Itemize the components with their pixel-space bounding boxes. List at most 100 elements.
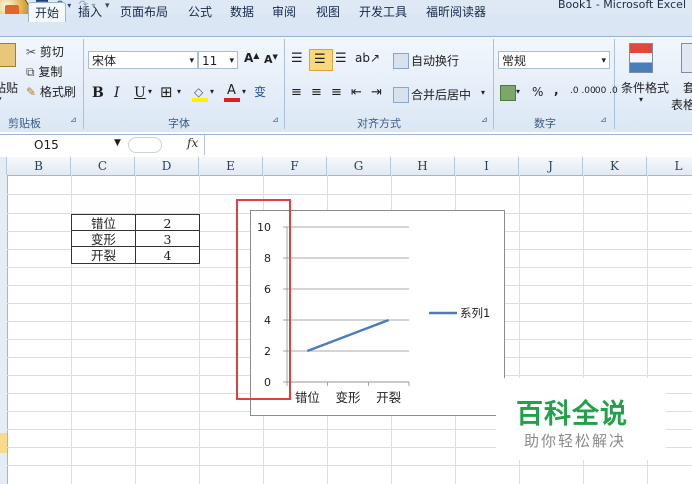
column-header-i[interactable]: I — [455, 157, 519, 175]
phonetic-icon[interactable]: 变 — [254, 83, 266, 100]
dropdown-icon[interactable]: ▾ — [67, 1, 71, 10]
customize-qat-icon[interactable]: ▾ — [105, 1, 110, 11]
align-right-icon[interactable]: ≡ — [331, 85, 342, 100]
chevron-down-icon: ▾ — [189, 56, 194, 66]
watermark-subtitle: 助你轻松解决 — [524, 432, 627, 450]
decrease-indent-icon[interactable]: ⇤ — [351, 85, 362, 100]
copy-button[interactable]: ⧉ 复制 — [26, 63, 62, 80]
borders-icon[interactable]: ⊞ — [160, 83, 173, 101]
tab-home[interactable]: 开始 — [28, 2, 67, 22]
wrap-text-icon — [393, 53, 409, 69]
tab-data[interactable]: 数据 — [230, 3, 254, 20]
grid-line — [7, 194, 692, 195]
tab-review[interactable]: 审阅 — [272, 3, 296, 20]
column-header-h[interactable]: H — [391, 157, 455, 175]
grid-line — [7, 465, 692, 466]
chevron-down-icon[interactable]: ▾ — [148, 87, 152, 96]
font-size-combo[interactable]: 11 ▾ — [198, 51, 238, 69]
clipboard-group: 粘贴 ▾ ✂ 剪切 ⧉ 复制 ✎ 格式刷 剪贴板 ⊿ — [0, 39, 84, 130]
column-header-d[interactable]: D — [135, 157, 199, 175]
align-center-icon[interactable]: ≡ — [311, 85, 322, 100]
table-cell-value[interactable]: 4 — [135, 246, 200, 264]
underline-button[interactable]: U — [134, 85, 146, 101]
name-box-dropdown-icon[interactable]: ▼ — [114, 138, 121, 148]
number-format-combo[interactable]: 常规 ▾ — [498, 51, 610, 69]
dialog-launcher-icon[interactable]: ⊿ — [272, 115, 279, 124]
tab-developer[interactable]: 开发工具 — [359, 3, 407, 20]
column-header-l[interactable]: L — [647, 157, 692, 175]
column-header-f[interactable]: F — [263, 157, 327, 175]
align-bottom-icon[interactable]: ☰ — [335, 51, 347, 66]
chart-x-tick-label: 错位 — [295, 390, 320, 405]
bold-button[interactable]: B — [92, 85, 104, 101]
chevron-down-icon[interactable]: ▾ — [242, 87, 246, 96]
scissors-icon: ✂ — [26, 45, 37, 59]
paste-icon[interactable] — [0, 43, 16, 67]
font-color-icon[interactable]: A — [224, 83, 240, 102]
table-cell-value[interactable]: 2 — [135, 214, 200, 231]
decrease-decimal-button[interactable]: .00 .0 — [592, 86, 618, 96]
orientation-icon[interactable]: ab↗ — [355, 51, 380, 65]
dialog-launcher-icon[interactable]: ⊿ — [600, 115, 607, 124]
alignment-group-label: 对齐方式 — [357, 117, 401, 130]
formula-input[interactable] — [204, 135, 692, 155]
conditional-format-button[interactable]: 条件格式 — [621, 79, 669, 96]
dialog-launcher-icon[interactable]: ⊿ — [481, 115, 488, 124]
merge-center-button[interactable]: 合并后居中 — [411, 86, 471, 103]
shrink-font-button[interactable]: A▼ — [264, 53, 278, 66]
fill-color-icon[interactable]: ◇ — [192, 85, 208, 102]
chevron-down-icon[interactable]: ▾ — [177, 87, 181, 96]
window-title: Book1 - Microsoft Excel — [557, 0, 686, 11]
table-cell-label[interactable]: 开裂 — [71, 246, 136, 264]
percent-button[interactable]: % — [532, 85, 543, 99]
format-as-table-icon — [681, 43, 692, 73]
column-header-e[interactable]: E — [199, 157, 263, 175]
align-top-icon[interactable]: ☰ — [291, 51, 303, 66]
number-format-value: 常规 — [502, 54, 527, 68]
select-all-corner[interactable] — [0, 157, 7, 175]
table-cell-value[interactable]: 3 — [135, 230, 200, 247]
column-header-j[interactable]: J — [519, 157, 583, 175]
formula-bar-splitter[interactable] — [128, 137, 162, 153]
column-header-b[interactable]: B — [7, 157, 71, 175]
italic-button[interactable]: I — [114, 85, 120, 101]
insert-function-icon[interactable]: fx — [187, 136, 198, 150]
chevron-down-icon[interactable]: ▾ — [210, 87, 214, 96]
comma-button[interactable]: , — [554, 83, 559, 97]
tab-view[interactable]: 视图 — [316, 3, 340, 20]
tab-foxit-reader[interactable]: 福昕阅读器 — [426, 3, 486, 20]
cut-button[interactable]: ✂ 剪切 — [26, 43, 64, 60]
increase-indent-icon[interactable]: ⇥ — [371, 85, 382, 100]
row-headers[interactable] — [0, 175, 8, 484]
chevron-down-icon[interactable]: ▾ — [639, 95, 643, 104]
column-headers: B C D E F G H I J K L — [0, 157, 692, 176]
grow-font-button[interactable]: A▲ — [244, 51, 259, 65]
chart-x-tick-label: 变形 — [335, 390, 361, 405]
paste-button[interactable]: 粘贴 — [0, 79, 18, 96]
align-left-icon[interactable]: ≡ — [291, 85, 302, 100]
paste-dropdown-icon[interactable]: ▾ — [0, 95, 2, 105]
tab-insert[interactable]: 插入 — [78, 3, 102, 20]
red-highlight-box — [236, 199, 291, 400]
selected-row-header[interactable] — [0, 433, 7, 453]
font-name-combo[interactable]: 宋体 ▾ — [88, 51, 198, 69]
format-painter-button[interactable]: ✎ 格式刷 — [26, 83, 76, 100]
chevron-down-icon[interactable]: ▾ — [481, 88, 485, 97]
table-cell-label[interactable]: 错位 — [71, 214, 136, 231]
column-header-g[interactable]: G — [327, 157, 391, 175]
currency-icon[interactable] — [500, 85, 516, 101]
wrap-text-button[interactable]: 自动换行 — [411, 52, 459, 69]
format-as-table-button[interactable]: 套用 — [683, 79, 692, 96]
font-name-value: 宋体 — [92, 54, 117, 68]
chart-legend-label: 系列1 — [460, 306, 490, 320]
column-header-c[interactable]: C — [71, 157, 135, 175]
dialog-launcher-icon[interactable]: ⊿ — [70, 115, 77, 124]
chevron-down-icon[interactable]: ▾ — [516, 87, 520, 96]
name-box[interactable]: O15 — [0, 137, 124, 154]
align-middle-icon[interactable]: ☰ — [309, 49, 333, 71]
table-cell-label[interactable]: 变形 — [71, 230, 136, 247]
copy-icon: ⧉ — [26, 65, 35, 79]
tab-page-layout[interactable]: 页面布局 — [120, 3, 168, 20]
column-header-k[interactable]: K — [583, 157, 647, 175]
tab-formulas[interactable]: 公式 — [188, 3, 212, 20]
